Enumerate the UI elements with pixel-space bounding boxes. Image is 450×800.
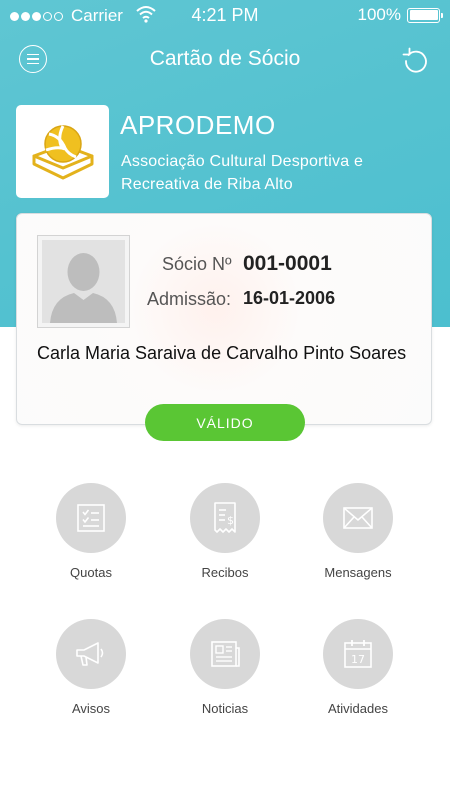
atividades-label: Atividades [328,701,388,716]
menu-item-atividades[interactable]: 17 Atividades [298,619,418,716]
status-badge: VÁLIDO [145,404,305,441]
admission-date: 16-01-2006 [243,288,336,308]
status-bar: Carrier 4:21 PM 100% [0,0,450,30]
member-photo [37,235,130,328]
member-number: 001-0001 [243,252,332,275]
megaphone-icon [76,642,104,666]
member-card: Sócio Nº 001-0001 Admissão: 16-01-2006 C… [16,213,432,425]
checklist-icon [77,504,105,532]
battery-percent: 100% [357,5,401,24]
volleyball-icon [32,124,93,179]
menu-item-quotas[interactable]: Quotas [31,483,151,580]
club-description: Associação Cultural Desportiva e Recreat… [121,153,364,193]
receipt-icon: $ [214,502,236,533]
calendar-day: 17 [351,653,365,666]
atividades-button[interactable]: 17 [323,619,393,689]
member-number-label: Sócio Nº [162,254,232,274]
avisos-button[interactable] [56,619,126,689]
quotas-label: Quotas [70,565,112,580]
noticias-button[interactable] [190,619,260,689]
envelope-icon [343,507,373,529]
member-name: Carla Maria Saraiva de Carvalho Pinto So… [37,343,407,363]
page-title: Cartão de Sócio [149,47,301,70]
newspaper-icon [211,641,240,667]
avisos-label: Avisos [71,701,111,716]
refresh-icon[interactable] [400,45,430,75]
recibos-label: Recibos [201,565,249,580]
quotas-button[interactable] [56,483,126,553]
club-logo [16,105,109,198]
menu-item-recibos[interactable]: $ Recibos [165,483,285,580]
menu-item-mensagens[interactable]: Mensagens [298,483,418,580]
noticias-label: Noticias [201,701,249,716]
menu-item-noticias[interactable]: Noticias [165,619,285,716]
menu-item-avisos[interactable]: Avisos [31,619,151,716]
club-name: APRODEMO [120,110,276,140]
calendar-icon: 17 [344,640,372,668]
battery-icon [407,7,443,23]
mensagens-button[interactable] [323,483,393,553]
admission-label: Admissão: [147,289,232,309]
avatar-placeholder-icon [42,240,125,323]
mensagens-label: Mensagens [324,565,392,580]
svg-text:$: $ [227,514,234,527]
recibos-button[interactable]: $ [190,483,260,553]
battery-status: 100% [357,5,443,25]
